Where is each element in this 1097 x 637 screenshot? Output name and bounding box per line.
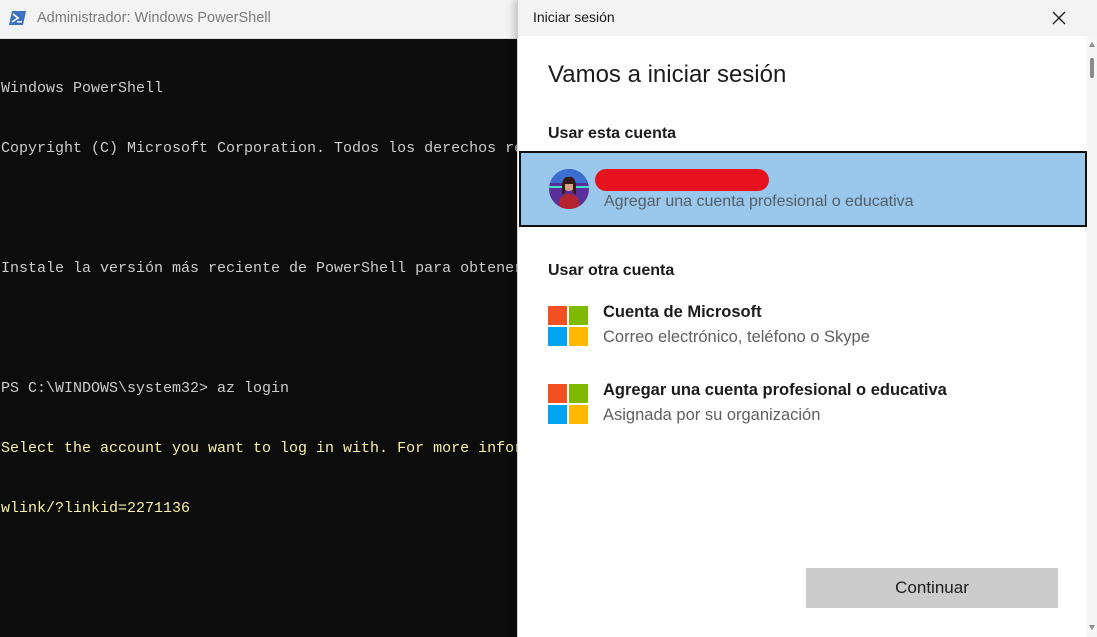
console-line: Copyright (C) Microsoft Corporation. Tod… — [1, 140, 521, 157]
console-line: PS C:\WINDOWS\system32> az login — [1, 380, 290, 397]
option-subtitle: Asignada por su organización — [603, 406, 821, 424]
console-line: Instale la versión más reciente de Power… — [1, 260, 521, 277]
scrollbar[interactable] — [1087, 36, 1097, 637]
current-account-subtitle: Agregar una cuenta profesional o educati… — [604, 193, 914, 210]
close-button[interactable] — [1044, 3, 1074, 33]
option-title: Cuenta de Microsoft — [603, 303, 762, 321]
microsoft-logo-icon — [548, 384, 588, 424]
console-line: Select the account you want to log in wi… — [1, 440, 521, 457]
avatar — [549, 169, 589, 209]
use-this-account-label: Usar esta cuenta — [548, 125, 677, 142]
microsoft-account-option[interactable]: Cuenta de Microsoft Correo electrónico, … — [518, 298, 1087, 360]
console-line: Windows PowerShell — [1, 80, 164, 97]
close-icon — [1052, 11, 1066, 25]
scrollbar-thumb[interactable] — [1090, 58, 1094, 78]
option-subtitle: Correo electrónico, teléfono o Skype — [603, 328, 870, 346]
use-other-account-label: Usar otra cuenta — [548, 262, 675, 279]
scroll-down-arrow-icon[interactable] — [1089, 625, 1095, 630]
signin-dialog: Iniciar sesión Vamos a iniciar sesión Us… — [517, 0, 1097, 637]
redacted-account-name — [595, 169, 769, 191]
signin-window-title: Iniciar sesión — [533, 9, 615, 25]
signin-titlebar[interactable]: Iniciar sesión — [518, 0, 1097, 36]
continue-button[interactable]: Continuar — [806, 568, 1058, 608]
signin-content: Vamos a iniciar sesión Usar esta cuenta … — [518, 36, 1087, 637]
current-account-tile[interactable]: Agregar una cuenta profesional o educati… — [519, 151, 1087, 227]
console-line: wlink/?linkid=2271136 — [1, 500, 191, 517]
powershell-console[interactable]: Windows PowerShell Copyright (C) Microso… — [1, 39, 521, 637]
microsoft-logo-icon — [548, 306, 588, 346]
powershell-app-icon — [9, 11, 26, 25]
scroll-up-arrow-icon[interactable] — [1089, 42, 1095, 47]
powershell-title: Administrador: Windows PowerShell — [37, 10, 271, 26]
work-school-account-option[interactable]: Agregar una cuenta profesional o educati… — [518, 376, 1087, 438]
page-title: Vamos a iniciar sesión — [548, 61, 787, 88]
option-title: Agregar una cuenta profesional o educati… — [603, 381, 947, 399]
